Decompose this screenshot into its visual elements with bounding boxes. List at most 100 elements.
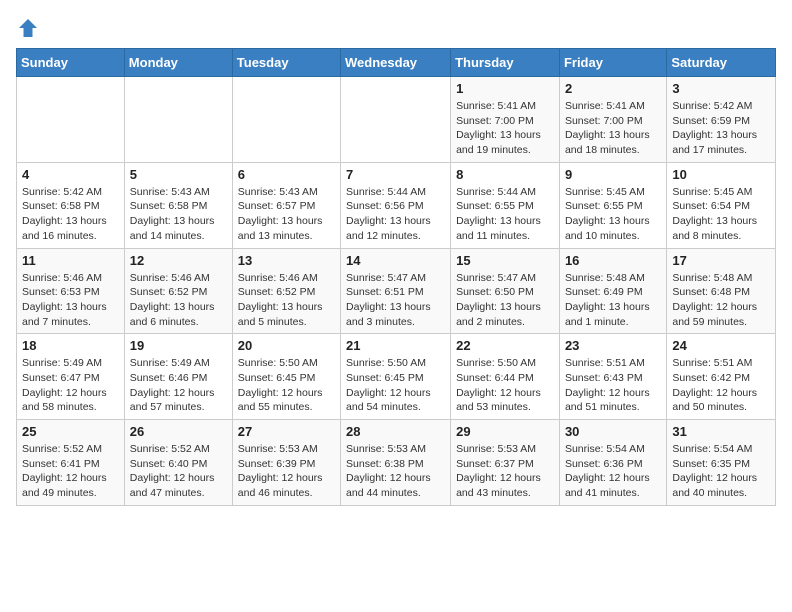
calendar-cell: 2 Sunrise: 5:41 AM Sunset: 7:00 PM Daylig… xyxy=(559,77,666,163)
cell-day-number: 31 xyxy=(672,424,770,439)
cell-info: Sunrise: 5:41 AM Sunset: 7:00 PM Dayligh… xyxy=(456,99,554,158)
logo-icon xyxy=(16,16,40,40)
week-row-1: 1 Sunrise: 5:41 AM Sunset: 7:00 PM Daylig… xyxy=(17,77,776,163)
cell-info: Sunrise: 5:42 AM Sunset: 6:58 PM Dayligh… xyxy=(22,185,119,244)
week-row-3: 11 Sunrise: 5:46 AM Sunset: 6:53 PM Dayli… xyxy=(17,248,776,334)
cell-info: Sunrise: 5:47 AM Sunset: 6:51 PM Dayligh… xyxy=(346,271,445,330)
col-header-monday: Monday xyxy=(124,49,232,77)
cell-info: Sunrise: 5:48 AM Sunset: 6:49 PM Dayligh… xyxy=(565,271,661,330)
cell-day-number: 13 xyxy=(238,253,335,268)
calendar-cell: 6 Sunrise: 5:43 AM Sunset: 6:57 PM Daylig… xyxy=(232,162,340,248)
cell-info: Sunrise: 5:53 AM Sunset: 6:39 PM Dayligh… xyxy=(238,442,335,501)
cell-day-number: 8 xyxy=(456,167,554,182)
cell-info: Sunrise: 5:52 AM Sunset: 6:41 PM Dayligh… xyxy=(22,442,119,501)
cell-info: Sunrise: 5:53 AM Sunset: 6:38 PM Dayligh… xyxy=(346,442,445,501)
calendar-cell: 4 Sunrise: 5:42 AM Sunset: 6:58 PM Daylig… xyxy=(17,162,125,248)
cell-info: Sunrise: 5:47 AM Sunset: 6:50 PM Dayligh… xyxy=(456,271,554,330)
cell-info: Sunrise: 5:45 AM Sunset: 6:54 PM Dayligh… xyxy=(672,185,770,244)
calendar-cell: 19Sunrise: 5:49 AM Sunset: 6:46 PM Dayli… xyxy=(124,334,232,420)
cell-info: Sunrise: 5:50 AM Sunset: 6:45 PM Dayligh… xyxy=(238,356,335,415)
cell-day-number: 28 xyxy=(346,424,445,439)
cell-info: Sunrise: 5:54 AM Sunset: 6:36 PM Dayligh… xyxy=(565,442,661,501)
col-header-tuesday: Tuesday xyxy=(232,49,340,77)
cell-info: Sunrise: 5:52 AM Sunset: 6:40 PM Dayligh… xyxy=(130,442,227,501)
calendar-cell xyxy=(124,77,232,163)
cell-day-number: 7 xyxy=(346,167,445,182)
calendar-cell xyxy=(232,77,340,163)
cell-info: Sunrise: 5:50 AM Sunset: 6:45 PM Dayligh… xyxy=(346,356,445,415)
cell-day-number: 29 xyxy=(456,424,554,439)
cell-info: Sunrise: 5:45 AM Sunset: 6:55 PM Dayligh… xyxy=(565,185,661,244)
calendar-cell: 8 Sunrise: 5:44 AM Sunset: 6:55 PM Daylig… xyxy=(451,162,560,248)
cell-info: Sunrise: 5:41 AM Sunset: 7:00 PM Dayligh… xyxy=(565,99,661,158)
calendar-table: SundayMondayTuesdayWednesdayThursdayFrid… xyxy=(16,48,776,506)
calendar-cell: 31 Sunrise: 5:54 AM Sunset: 6:35 PM Dayli… xyxy=(667,420,776,506)
cell-day-number: 21 xyxy=(346,338,445,353)
cell-info: Sunrise: 5:54 AM Sunset: 6:35 PM Dayligh… xyxy=(672,442,770,501)
cell-info: Sunrise: 5:44 AM Sunset: 6:56 PM Dayligh… xyxy=(346,185,445,244)
cell-day-number: 27 xyxy=(238,424,335,439)
cell-day-number: 6 xyxy=(238,167,335,182)
calendar-cell: 23Sunrise: 5:51 AM Sunset: 6:43 PM Dayli… xyxy=(559,334,666,420)
col-header-wednesday: Wednesday xyxy=(341,49,451,77)
week-row-4: 18Sunrise: 5:49 AM Sunset: 6:47 PM Dayli… xyxy=(17,334,776,420)
cell-day-number: 22 xyxy=(456,338,554,353)
cell-info: Sunrise: 5:46 AM Sunset: 6:53 PM Dayligh… xyxy=(22,271,119,330)
cell-day-number: 4 xyxy=(22,167,119,182)
calendar-cell: 15 Sunrise: 5:47 AM Sunset: 6:50 PM Dayli… xyxy=(451,248,560,334)
cell-info: Sunrise: 5:51 AM Sunset: 6:42 PM Dayligh… xyxy=(672,356,770,415)
calendar-cell: 24 Sunrise: 5:51 AM Sunset: 6:42 PM Dayli… xyxy=(667,334,776,420)
calendar-cell: 29 Sunrise: 5:53 AM Sunset: 6:37 PM Dayli… xyxy=(451,420,560,506)
cell-day-number: 1 xyxy=(456,81,554,96)
calendar-cell: 30 Sunrise: 5:54 AM Sunset: 6:36 PM Dayli… xyxy=(559,420,666,506)
cell-info: Sunrise: 5:43 AM Sunset: 6:58 PM Dayligh… xyxy=(130,185,227,244)
cell-day-number: 3 xyxy=(672,81,770,96)
calendar-cell: 9 Sunrise: 5:45 AM Sunset: 6:55 PM Daylig… xyxy=(559,162,666,248)
header xyxy=(16,16,776,40)
cell-info: Sunrise: 5:43 AM Sunset: 6:57 PM Dayligh… xyxy=(238,185,335,244)
cell-day-number: 12 xyxy=(130,253,227,268)
calendar-cell: 16 Sunrise: 5:48 AM Sunset: 6:49 PM Dayli… xyxy=(559,248,666,334)
cell-day-number: 15 xyxy=(456,253,554,268)
cell-day-number: 30 xyxy=(565,424,661,439)
calendar-cell: 5Sunrise: 5:43 AM Sunset: 6:58 PM Daylig… xyxy=(124,162,232,248)
cell-info: Sunrise: 5:53 AM Sunset: 6:37 PM Dayligh… xyxy=(456,442,554,501)
cell-day-number: 14 xyxy=(346,253,445,268)
cell-day-number: 11 xyxy=(22,253,119,268)
cell-info: Sunrise: 5:48 AM Sunset: 6:48 PM Dayligh… xyxy=(672,271,770,330)
cell-info: Sunrise: 5:44 AM Sunset: 6:55 PM Dayligh… xyxy=(456,185,554,244)
cell-info: Sunrise: 5:49 AM Sunset: 6:46 PM Dayligh… xyxy=(130,356,227,415)
calendar-cell: 21 Sunrise: 5:50 AM Sunset: 6:45 PM Dayli… xyxy=(341,334,451,420)
calendar-cell: 11 Sunrise: 5:46 AM Sunset: 6:53 PM Dayli… xyxy=(17,248,125,334)
calendar-cell: 27 Sunrise: 5:53 AM Sunset: 6:39 PM Dayli… xyxy=(232,420,340,506)
cell-day-number: 24 xyxy=(672,338,770,353)
cell-day-number: 20 xyxy=(238,338,335,353)
cell-day-number: 10 xyxy=(672,167,770,182)
calendar-cell: 17 Sunrise: 5:48 AM Sunset: 6:48 PM Dayli… xyxy=(667,248,776,334)
cell-day-number: 25 xyxy=(22,424,119,439)
calendar-cell: 3Sunrise: 5:42 AM Sunset: 6:59 PM Daylig… xyxy=(667,77,776,163)
cell-day-number: 17 xyxy=(672,253,770,268)
col-header-saturday: Saturday xyxy=(667,49,776,77)
cell-day-number: 16 xyxy=(565,253,661,268)
header-row: SundayMondayTuesdayWednesdayThursdayFrid… xyxy=(17,49,776,77)
cell-info: Sunrise: 5:50 AM Sunset: 6:44 PM Dayligh… xyxy=(456,356,554,415)
cell-info: Sunrise: 5:46 AM Sunset: 6:52 PM Dayligh… xyxy=(130,271,227,330)
cell-info: Sunrise: 5:49 AM Sunset: 6:47 PM Dayligh… xyxy=(22,356,119,415)
cell-day-number: 26 xyxy=(130,424,227,439)
calendar-cell xyxy=(17,77,125,163)
calendar-cell: 12 Sunrise: 5:46 AM Sunset: 6:52 PM Dayli… xyxy=(124,248,232,334)
col-header-friday: Friday xyxy=(559,49,666,77)
col-header-sunday: Sunday xyxy=(17,49,125,77)
calendar-cell: 22 Sunrise: 5:50 AM Sunset: 6:44 PM Dayli… xyxy=(451,334,560,420)
calendar-cell: 20 Sunrise: 5:50 AM Sunset: 6:45 PM Dayli… xyxy=(232,334,340,420)
cell-info: Sunrise: 5:46 AM Sunset: 6:52 PM Dayligh… xyxy=(238,271,335,330)
calendar-cell: 1 Sunrise: 5:41 AM Sunset: 7:00 PM Daylig… xyxy=(451,77,560,163)
cell-day-number: 2 xyxy=(565,81,661,96)
calendar-cell: 13 Sunrise: 5:46 AM Sunset: 6:52 PM Dayli… xyxy=(232,248,340,334)
calendar-cell: 18Sunrise: 5:49 AM Sunset: 6:47 PM Dayli… xyxy=(17,334,125,420)
cell-day-number: 9 xyxy=(565,167,661,182)
calendar-cell: 25 Sunrise: 5:52 AM Sunset: 6:41 PM Dayli… xyxy=(17,420,125,506)
calendar-cell: 14 Sunrise: 5:47 AM Sunset: 6:51 PM Dayli… xyxy=(341,248,451,334)
calendar-cell: 26 Sunrise: 5:52 AM Sunset: 6:40 PM Dayli… xyxy=(124,420,232,506)
